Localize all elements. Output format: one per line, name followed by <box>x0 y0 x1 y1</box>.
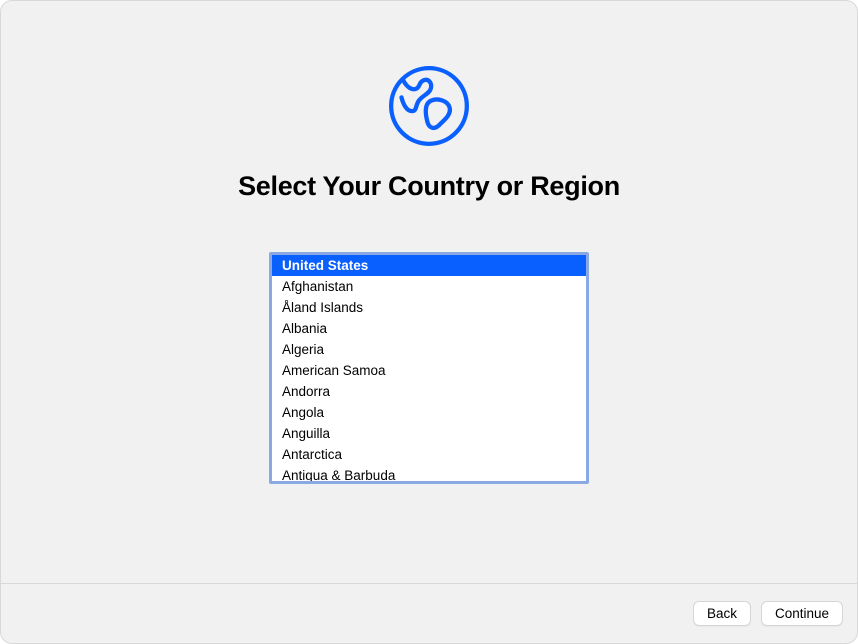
main-content: Select Your Country or Region United Sta… <box>1 1 857 583</box>
list-item[interactable]: Angola <box>272 402 586 423</box>
list-item[interactable]: Åland Islands <box>272 297 586 318</box>
list-item[interactable]: Afghanistan <box>272 276 586 297</box>
back-button[interactable]: Back <box>693 601 751 626</box>
list-item[interactable]: Anguilla <box>272 423 586 444</box>
list-item[interactable]: United States <box>272 255 586 276</box>
continue-button[interactable]: Continue <box>761 601 843 626</box>
list-item[interactable]: American Samoa <box>272 360 586 381</box>
country-listbox[interactable]: United StatesAfghanistanÅland IslandsAlb… <box>269 252 589 484</box>
list-item[interactable]: Albania <box>272 318 586 339</box>
list-item[interactable]: Antigua & Barbuda <box>272 465 586 484</box>
setup-window: Select Your Country or Region United Sta… <box>0 0 858 644</box>
list-item[interactable]: Antarctica <box>272 444 586 465</box>
globe-icon <box>384 61 474 151</box>
footer-bar: Back Continue <box>1 583 857 643</box>
list-item[interactable]: Andorra <box>272 381 586 402</box>
page-title: Select Your Country or Region <box>238 171 620 202</box>
list-item[interactable]: Algeria <box>272 339 586 360</box>
